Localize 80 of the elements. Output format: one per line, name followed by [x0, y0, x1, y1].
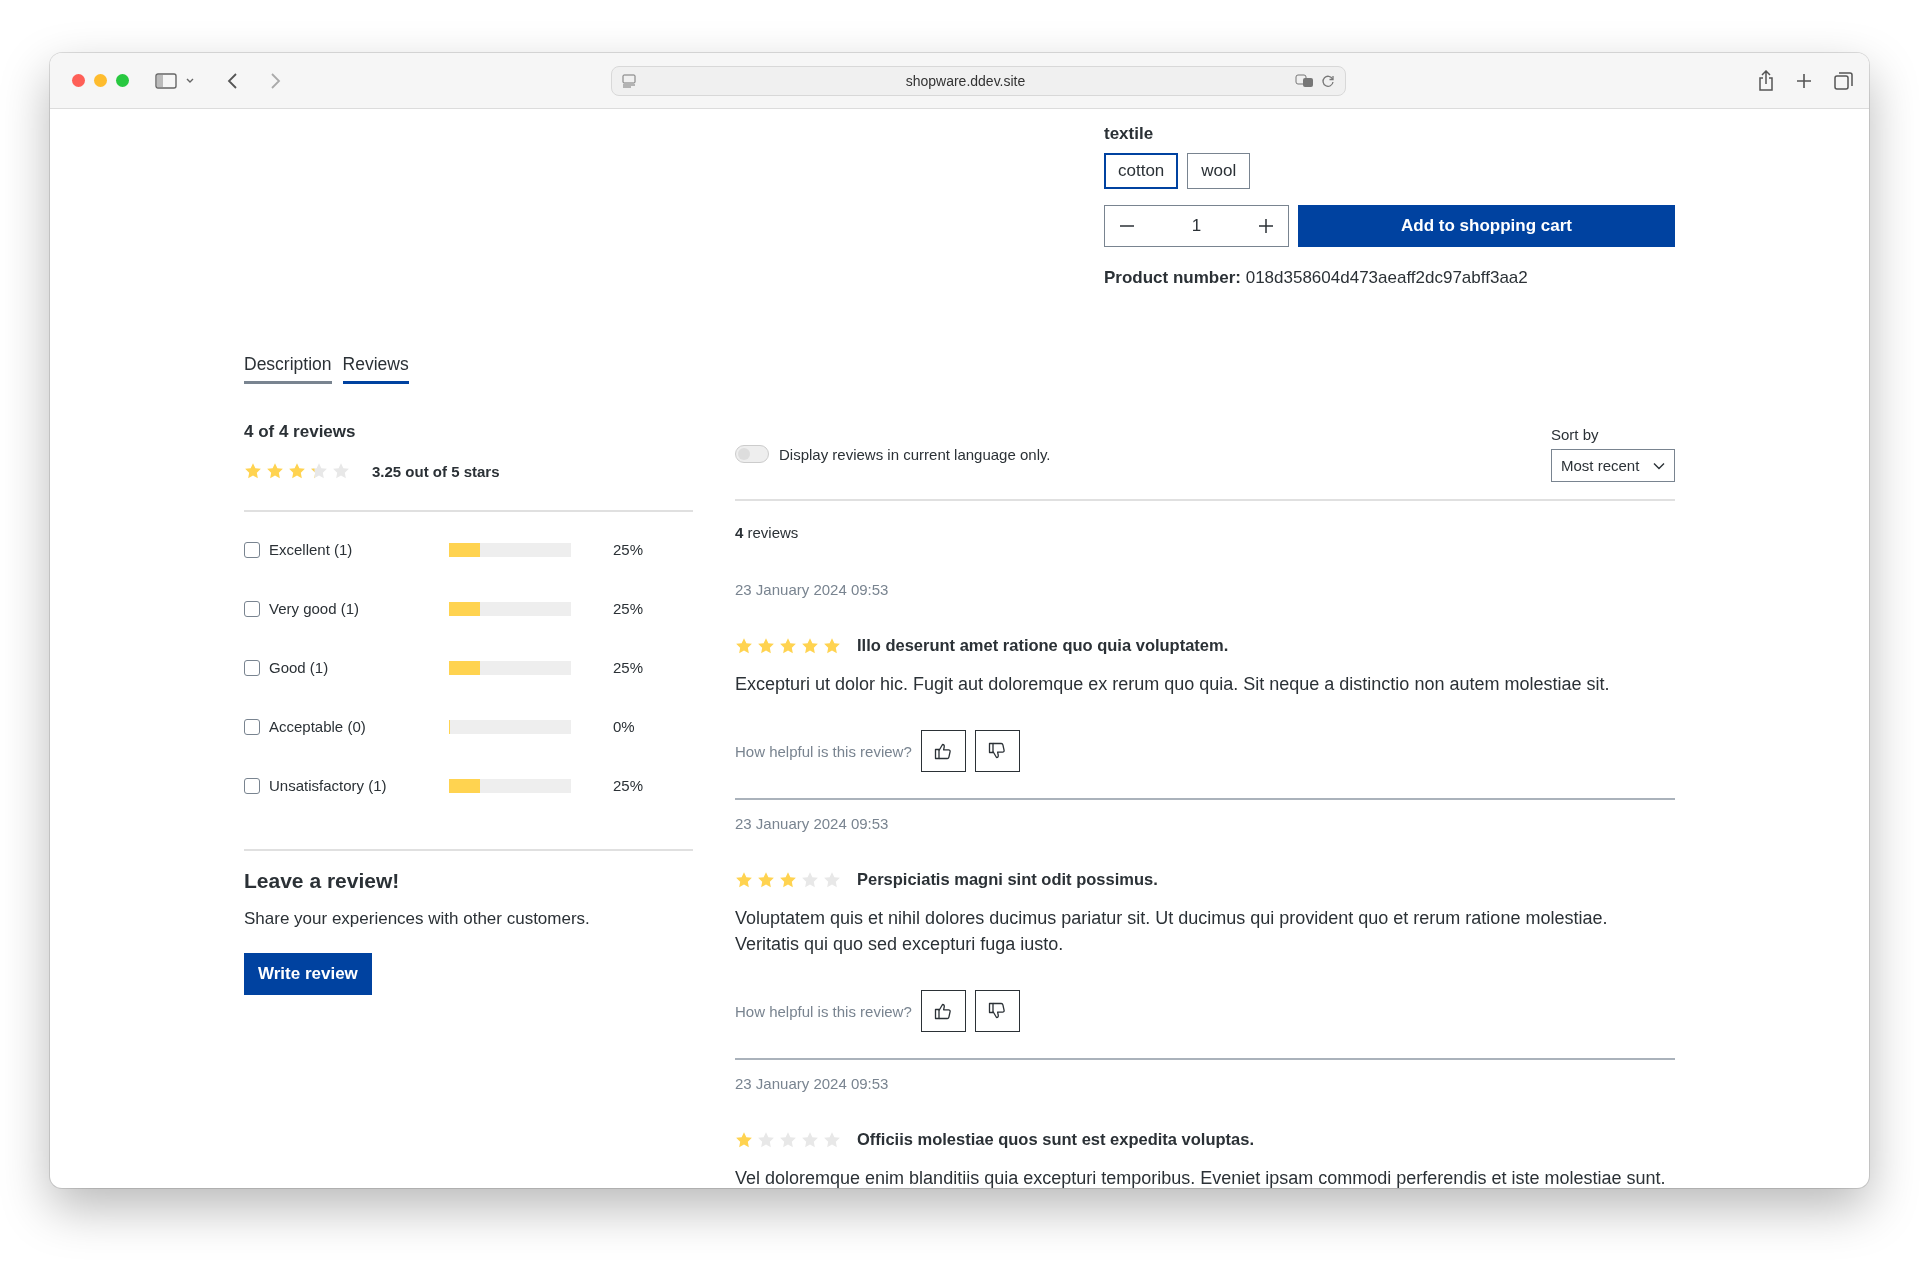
star-icon [757, 870, 775, 889]
star-icon [735, 870, 753, 889]
share-icon[interactable] [1757, 69, 1775, 92]
write-review-button[interactable]: Write review [244, 953, 372, 995]
star-icon [244, 462, 262, 480]
helpful-label: How helpful is this review? [735, 742, 912, 760]
review-date: 23 January 2024 09:53 [735, 581, 890, 598]
toggle-switch[interactable] [735, 445, 769, 463]
checkbox[interactable] [244, 659, 260, 676]
percent-text: 0% [613, 718, 635, 735]
sidebar-icon[interactable] [155, 72, 177, 89]
star-icon [779, 636, 797, 655]
filter-label: Unsatisfactory (1) [269, 777, 388, 794]
thumbs-down-button[interactable] [974, 990, 1020, 1032]
thumbs-down-icon [987, 1001, 1008, 1021]
forward-icon[interactable] [269, 71, 281, 90]
product-number: Product number: 018d358604d473aeaff2dc97abff3aa2 [1104, 268, 1529, 288]
percent-text: 25% [613, 777, 644, 794]
star-icon [801, 636, 819, 655]
average-rating: 3.25 out of 5 stars [372, 462, 500, 480]
checkbox[interactable] [244, 600, 260, 617]
star-icon [266, 462, 284, 480]
checkbox[interactable] [244, 718, 260, 735]
chevron-down-icon [1653, 461, 1665, 470]
thumbs-down-button[interactable] [974, 730, 1020, 772]
sort-label: Sort by [1551, 426, 1600, 443]
star-icon [779, 870, 797, 889]
checkbox[interactable] [244, 541, 260, 558]
thumbs-up-icon [933, 741, 954, 761]
leave-review-heading: Leave a review! [244, 869, 401, 893]
star-icon [310, 462, 328, 480]
star-icon [757, 636, 775, 655]
filter-label: Acceptable (0) [269, 718, 367, 735]
maximize-icon[interactable] [116, 74, 129, 87]
star-icon [288, 462, 306, 480]
review-title: Officiis molestiae quos sunt est expedita voluptas. [857, 1130, 1254, 1149]
percent-text: 25% [613, 541, 644, 558]
checkbox[interactable] [244, 777, 260, 794]
filter-label: Excellent (1) [269, 541, 354, 558]
reload-icon[interactable] [1321, 73, 1335, 88]
option-group-label: textile [1104, 124, 1155, 144]
star-icon [735, 1130, 753, 1149]
review-title: Illo deserunt amet ratione quo quia voluptatem. [857, 636, 1229, 655]
option-button[interactable]: cotton [1104, 153, 1179, 189]
leave-review-text: Share your experiences with other customers. [244, 909, 591, 929]
thumbs-down-icon [987, 741, 1008, 761]
review-text: Vel doloremque enim blanditiis quia excepturi temporibus. Eveniet ipsam commodi perferendis et iste molestiae sunt. [735, 1167, 1667, 1188]
reviews-heading: 4 of 4 reviews [244, 422, 357, 442]
filter-label: Good (1) [269, 659, 330, 676]
close-icon[interactable] [72, 74, 85, 87]
sort-dropdown[interactable]: Most recent [1551, 449, 1675, 482]
review-text: Excepturi ut dolor hic. Fugit aut doloremque ex rerum quo quia. Sit neque a distinctio non autem molestiae sit. [735, 673, 1611, 696]
percent-text: 25% [613, 659, 644, 676]
quantity-input[interactable]: 1 [1174, 215, 1219, 237]
translate-icon[interactable] [1295, 73, 1315, 88]
filter-label: Very good (1) [269, 600, 361, 617]
tab[interactable]: Description [244, 354, 332, 384]
back-icon[interactable] [227, 71, 239, 90]
percent-text: 25% [613, 600, 644, 617]
toggle-label: Display reviews in current language only. [779, 445, 1051, 463]
thumbs-up-button[interactable] [920, 990, 966, 1032]
plus-icon[interactable] [1256, 216, 1276, 236]
add-to-cart-button[interactable]: Add to shopping cart [1298, 205, 1675, 247]
option-button[interactable]: wool [1187, 153, 1251, 189]
review-date: 23 January 2024 09:53 [735, 815, 890, 832]
star-icon [823, 636, 841, 655]
review-date: 23 January 2024 09:53 [735, 1075, 890, 1092]
thumbs-up-icon [933, 1001, 954, 1021]
thumbs-up-button[interactable] [920, 730, 966, 772]
helpful-label: How helpful is this review? [735, 1002, 912, 1020]
review-title: Perspiciatis magni sint odit possimus. [857, 870, 1158, 889]
address-bar[interactable]: shopware.ddev.site [611, 65, 1346, 96]
review-count: 4 reviews [735, 524, 800, 541]
page-icon [622, 73, 636, 88]
star-icon [735, 636, 753, 655]
chevron-down-icon[interactable] [185, 76, 195, 85]
tabs-overview-icon[interactable] [1833, 69, 1855, 92]
url-text: shopware.ddev.site [904, 72, 1027, 89]
tab[interactable]: Reviews [342, 354, 409, 384]
review-text: Voluptatem quis et nihil dolores ducimus pariatur sit. Ut ducimus qui provident quo et rerum ratione molestiae. Veritatis qui quo sed excepturi fuga iusto. [735, 907, 1609, 956]
